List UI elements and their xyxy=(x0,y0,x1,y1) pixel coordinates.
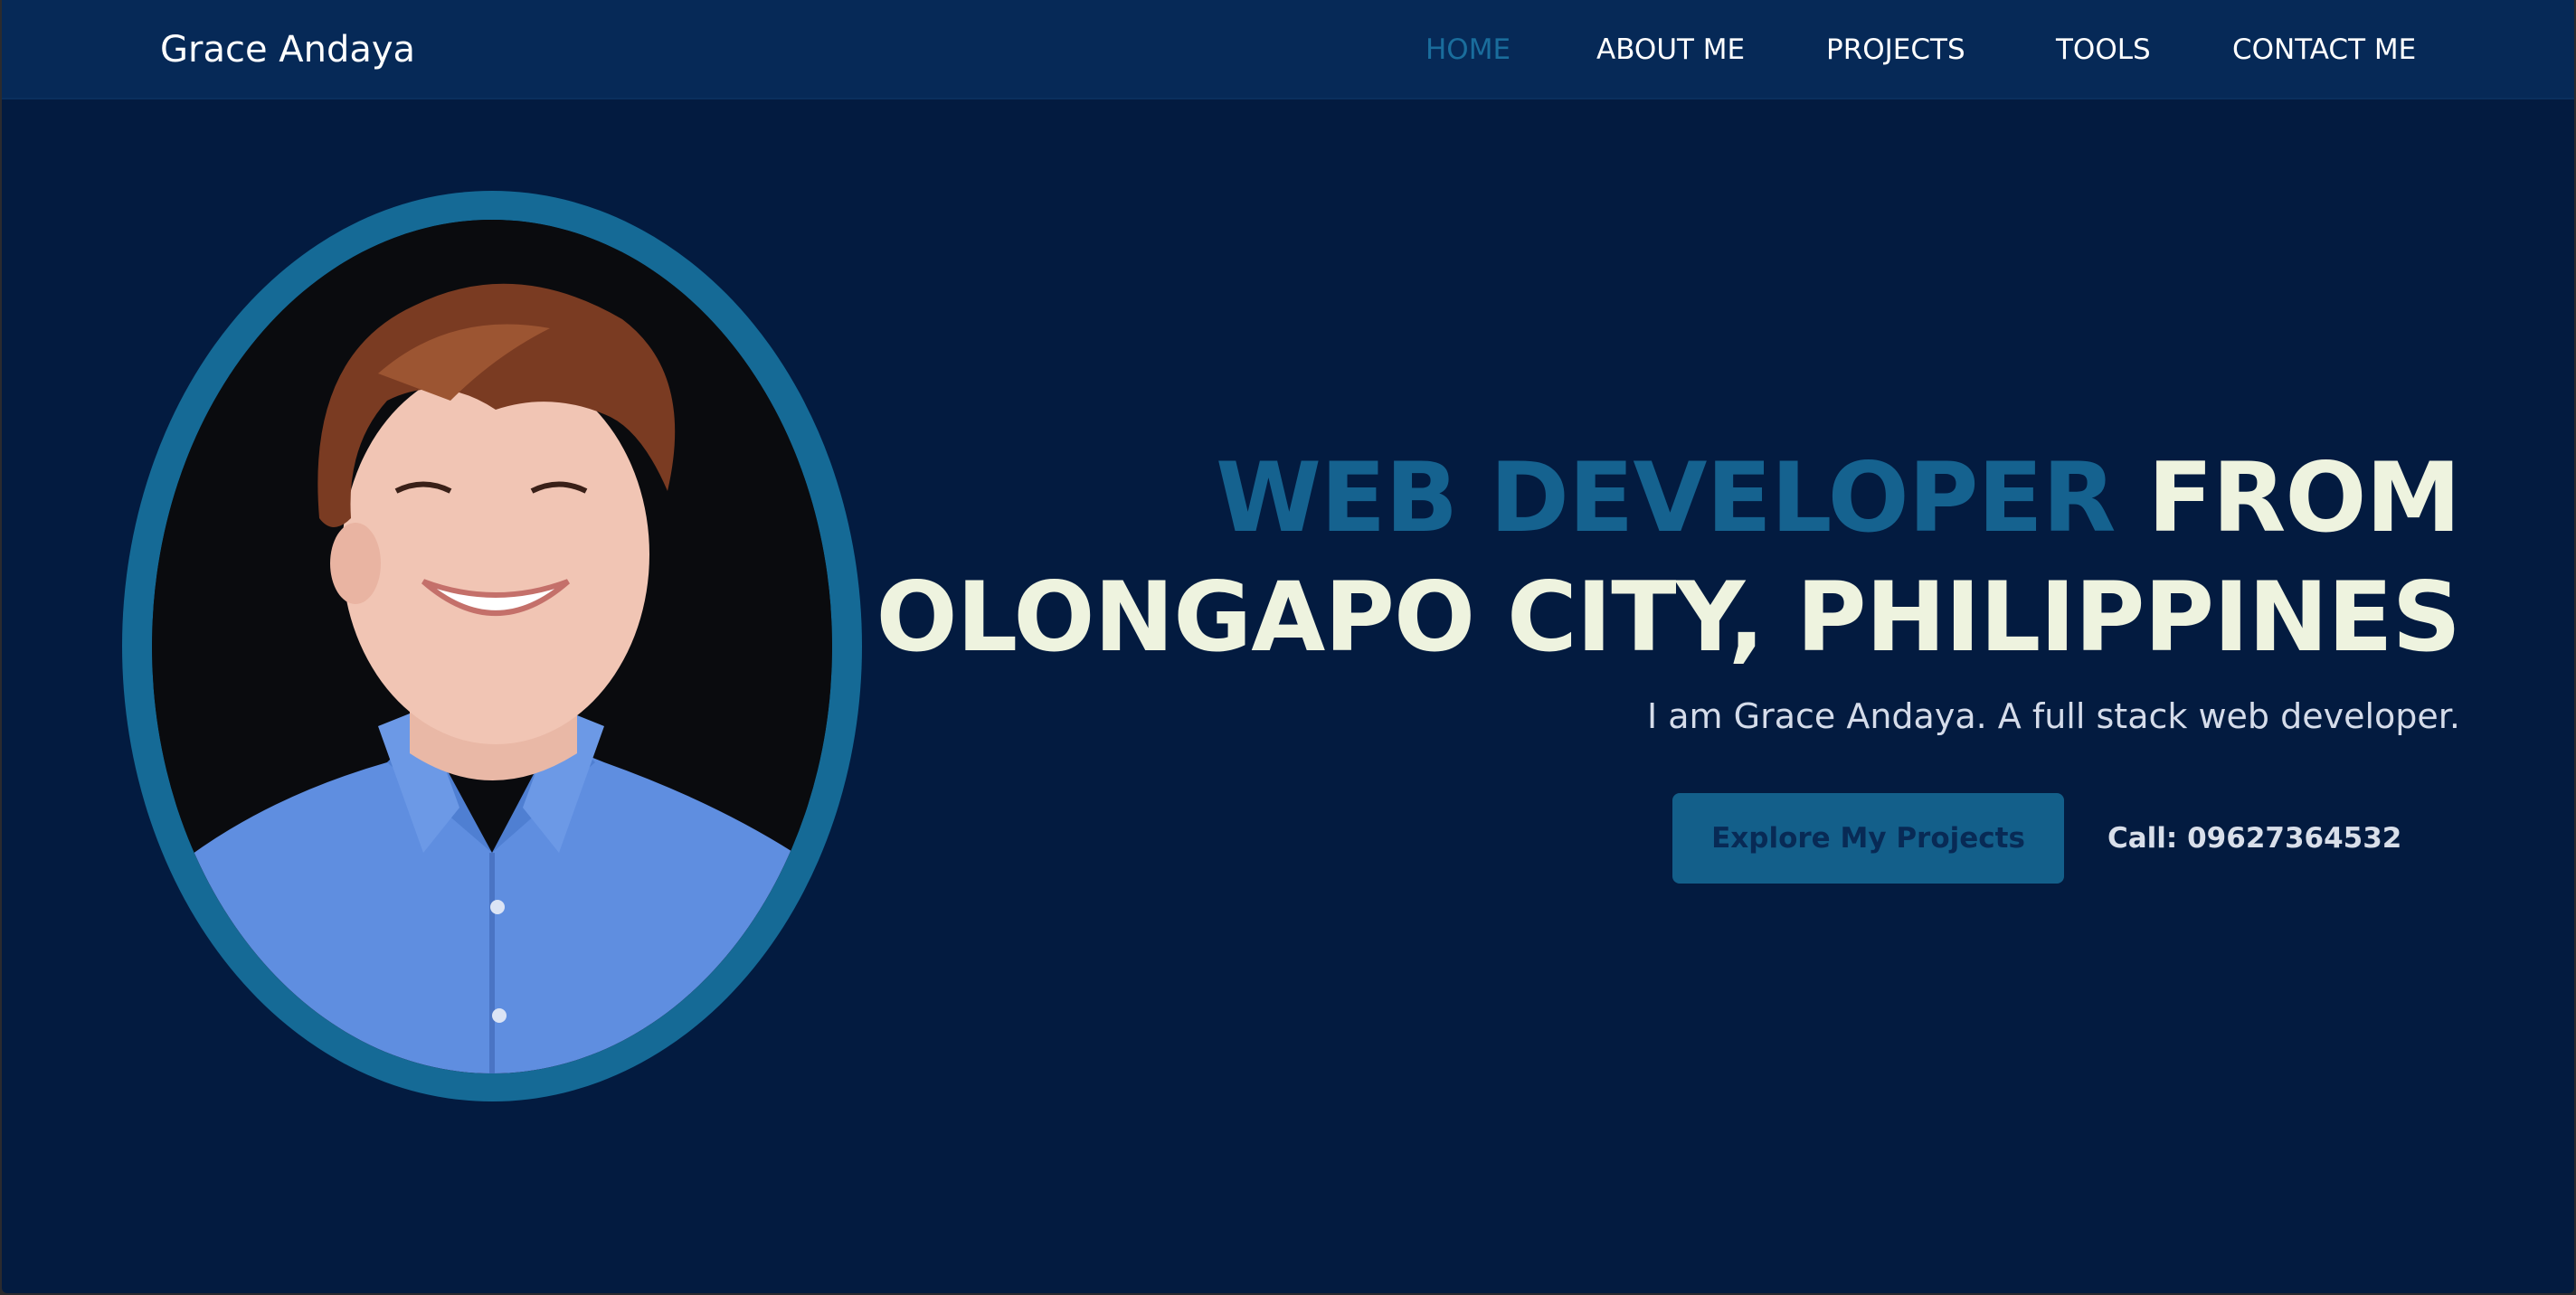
nav-projects-link[interactable]: PROJECTS xyxy=(1826,0,1965,99)
top-navbar: Grace Andaya HOME ABOUT ME PROJECTS TOOL… xyxy=(2,0,2574,99)
hero-title-from: FROM xyxy=(2147,442,2461,553)
nav-menu: HOME ABOUT ME PROJECTS TOOLS CONTACT ME xyxy=(2,0,2574,99)
hero-subtitle: I am Grace Andaya. A full stack web deve… xyxy=(1646,696,2460,736)
profile-photo-illustration xyxy=(152,220,832,1073)
explore-projects-button[interactable]: Explore My Projects xyxy=(1672,793,2064,884)
hero-title: WEB DEVELOPER FROM OLONGAPO CITY, PHILIP… xyxy=(876,439,2461,677)
hero-title-accent: WEB DEVELOPER xyxy=(1216,442,2116,553)
hero-title-line-1: WEB DEVELOPER FROM xyxy=(876,439,2461,558)
nav-contact-link[interactable]: CONTACT ME xyxy=(2232,0,2416,99)
nav-home-link[interactable]: HOME xyxy=(1425,0,1511,99)
call-phone-link[interactable]: Call: 09627364532 xyxy=(2107,793,2401,884)
portfolio-page: Grace Andaya HOME ABOUT ME PROJECTS TOOL… xyxy=(2,0,2574,1293)
profile-photo xyxy=(152,220,832,1073)
nav-about-link[interactable]: ABOUT ME xyxy=(1596,0,1745,99)
nav-tools-link[interactable]: TOOLS xyxy=(2056,0,2151,99)
hero-title-line-2: OLONGAPO CITY, PHILIPPINES xyxy=(876,562,2461,673)
